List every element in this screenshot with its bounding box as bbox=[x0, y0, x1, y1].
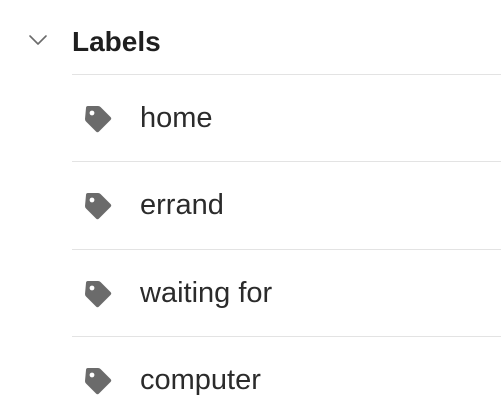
label-name: errand bbox=[140, 189, 224, 221]
label-name: waiting for bbox=[140, 277, 273, 309]
label-item-waiting-for[interactable]: waiting for bbox=[72, 250, 501, 336]
tag-icon bbox=[85, 368, 112, 395]
section-title: Labels bbox=[72, 26, 161, 57]
label-name: computer bbox=[140, 364, 261, 396]
tag-icon bbox=[85, 281, 112, 308]
tag-icon bbox=[85, 193, 112, 220]
chevron-down-icon[interactable] bbox=[26, 28, 50, 52]
labels-section-header[interactable]: Labels bbox=[0, 0, 501, 75]
label-name: home bbox=[140, 102, 213, 134]
labels-section: Labels home errand waiting for computer bbox=[0, 0, 501, 420]
label-item-computer[interactable]: computer bbox=[72, 337, 501, 420]
label-item-home[interactable]: home bbox=[72, 75, 501, 161]
tag-icon bbox=[85, 106, 112, 133]
label-item-errand[interactable]: errand bbox=[72, 162, 501, 248]
